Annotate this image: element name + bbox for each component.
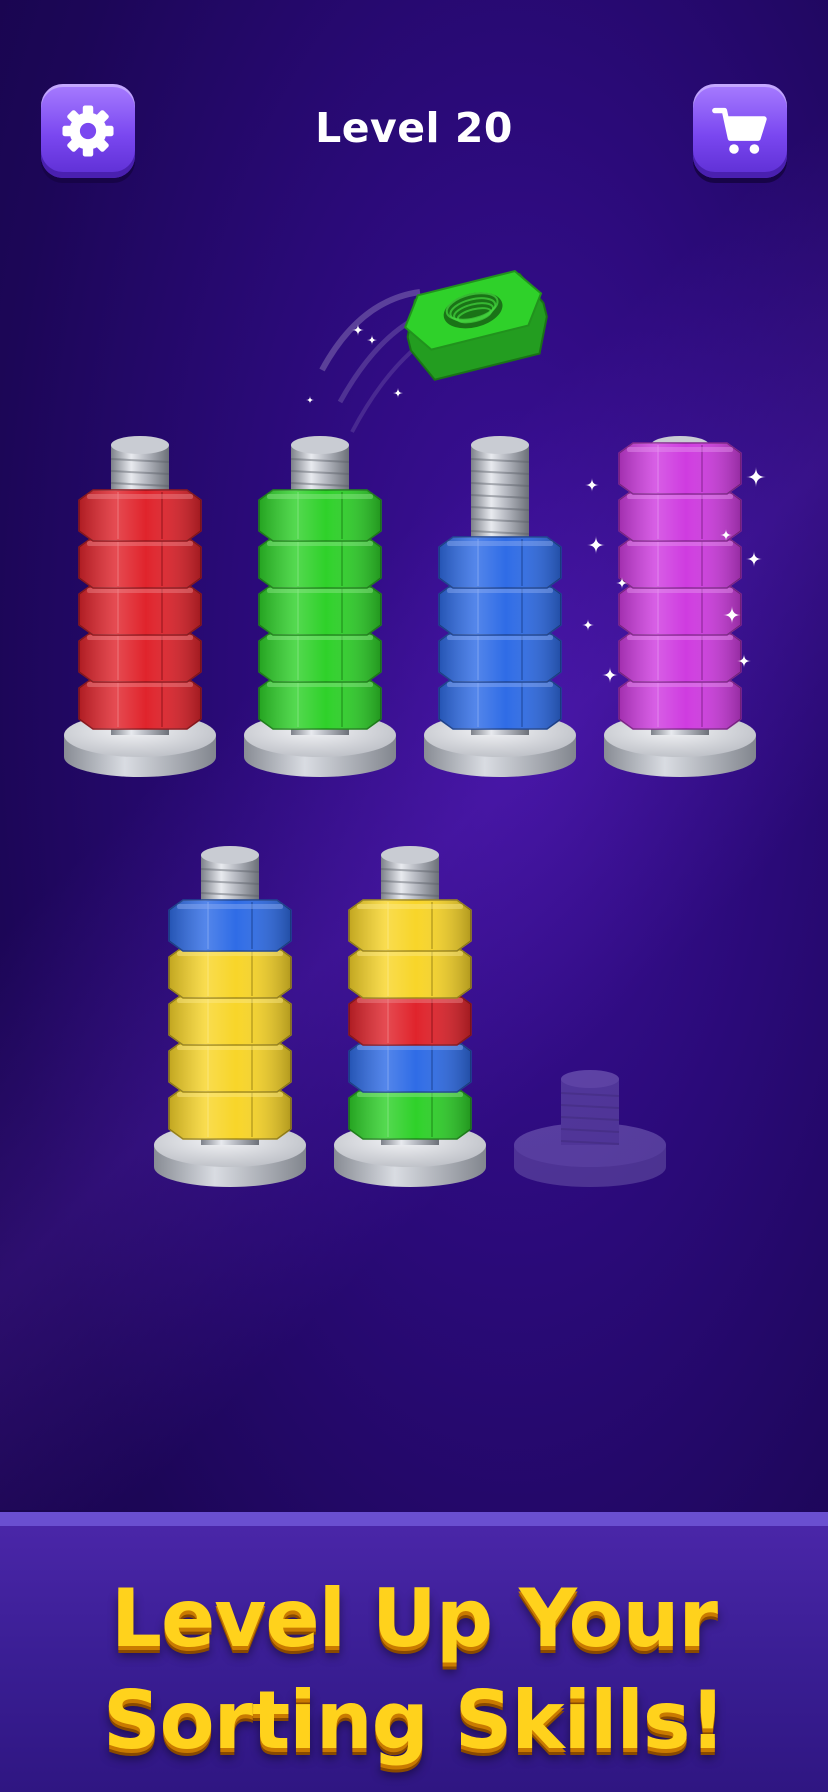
nut-yellow [168,1040,292,1093]
empty-pole[interactable] [514,1070,666,1187]
nut-yellow [168,1087,292,1140]
sparkle-icon [367,335,377,345]
nut-blue [168,899,292,952]
sparkle-icon [393,388,403,398]
game-board [64,269,766,1187]
pole[interactable] [154,846,306,1187]
pole[interactable] [244,436,396,777]
pole[interactable] [424,436,576,777]
nut-green [258,536,382,589]
nut-blue [438,536,562,589]
nut-blue [438,677,562,730]
sparkle-icon [587,536,605,554]
nut-magenta [618,489,742,542]
sparkle-icon [582,619,594,631]
nut-green [258,630,382,683]
nut-red [78,677,202,730]
nut-red [78,489,202,542]
pole[interactable] [334,846,486,1187]
sparkle-icon [306,396,314,404]
nut-green [348,1087,472,1140]
nut-red [78,583,202,636]
nut-green [258,583,382,636]
nut-magenta [618,536,742,589]
sparkle-icon [746,551,762,567]
nut-red [348,993,472,1046]
nut-magenta [618,583,742,636]
nut-magenta [618,442,742,495]
banner-headline-line2: Sorting Skills! [103,1674,726,1767]
nut-green [258,677,382,730]
nut-magenta [618,677,742,730]
pole-rod [560,1070,620,1145]
promo-banner: Level Up Your Sorting Skills! [0,1512,828,1792]
sparkle-icon [746,467,766,487]
nut-blue [348,1040,472,1093]
pole[interactable] [604,436,756,777]
nut-yellow [168,946,292,999]
nut-magenta [618,630,742,683]
pole[interactable] [64,436,216,777]
nut-green [258,489,382,542]
nut-yellow [348,946,472,999]
banner-headline-line1: Level Up Your [111,1572,718,1665]
nut-yellow [348,899,472,952]
nut-red [78,630,202,683]
nut-yellow [168,993,292,1046]
sparkle-icon [602,667,618,683]
sparkle-icon [585,478,599,492]
nut-blue [438,630,562,683]
nut-red [78,536,202,589]
nut-blue [438,583,562,636]
